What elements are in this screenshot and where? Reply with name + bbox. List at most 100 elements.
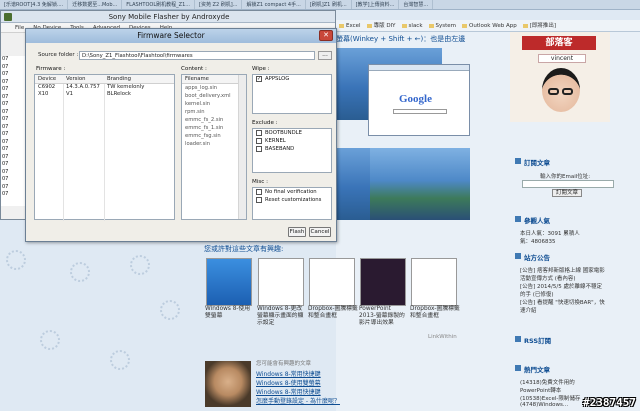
dialog-titlebar[interactable]: Firmware Selector ✕ xyxy=(26,29,336,43)
log-line: 07 xyxy=(2,101,9,107)
checkbox-box xyxy=(256,189,262,195)
list-item[interactable]: apps_log.sin xyxy=(182,84,246,92)
screenshot-landscape xyxy=(370,148,470,220)
cell-branding: BLRelock xyxy=(107,91,131,97)
rss-title[interactable]: RSS訂閱 xyxy=(524,335,551,345)
related-caption[interactable]: Windows 8-使用雙螢幕 xyxy=(205,306,255,320)
related-thumb[interactable] xyxy=(206,258,252,306)
announce-line[interactable]: [公告] 2014/5/5 處於離線不穩定 xyxy=(520,282,602,290)
bookmarks-bar: Excel 專版 DIY slack System Outlook Web App [即將… xyxy=(336,20,640,32)
bookmark-item[interactable]: 專版 DIY xyxy=(364,20,399,31)
email-field[interactable] xyxy=(522,180,614,188)
browser-tab[interactable]: 解锁Z1 compact 4手... xyxy=(242,0,306,9)
announce-line[interactable]: 活動宣傳方式 (看內容) xyxy=(520,274,576,282)
log-panel[interactable]: 07 07 07 07 07 07 07 07 07 07 07 07 07 0… xyxy=(1,56,27,206)
flash-button[interactable]: Flash xyxy=(288,227,306,237)
bookmark-item[interactable]: [即將推出] xyxy=(520,20,559,31)
related-caption[interactable]: PowerPoint 2013-螢幕錄製的影片導出效果 xyxy=(359,306,409,327)
announce-line[interactable]: 的手 (已修復) xyxy=(520,290,554,298)
also-link[interactable]: Windows 8-使用雙螢幕 xyxy=(256,378,321,387)
announce-line[interactable]: [公告] 看提醒 "快速切換BAR"，快 xyxy=(520,298,605,306)
profile-avatar[interactable] xyxy=(542,68,580,112)
bookmark-item[interactable]: Outlook Web App xyxy=(459,20,520,31)
also-link[interactable]: Windows 8-常用快捷鍵 xyxy=(256,369,321,378)
list-item[interactable]: loader.sin xyxy=(182,140,246,148)
related-caption[interactable]: Windows 8-更改螢幕顯示畫面的顯示設定 xyxy=(257,306,307,327)
hot-line[interactable]: (10538)Excel-限制儲存 xyxy=(520,394,580,402)
list-item[interactable]: kernel.sin xyxy=(182,100,246,108)
bookmark-item[interactable]: Excel xyxy=(336,20,364,31)
profile-name: vincent xyxy=(538,54,586,63)
browser-tab[interactable]: [乐谱ROOT]4.3 免解锁.... xyxy=(0,0,69,9)
list-item[interactable]: rpm.sin xyxy=(182,108,246,116)
source-folder-input[interactable]: D:\Sony_Z1_Flashtool\Flashtool\firmwares xyxy=(79,51,315,60)
related-thumb[interactable] xyxy=(309,258,355,306)
col-device[interactable]: Device xyxy=(38,75,56,84)
list-item[interactable]: boot_delivery.xml xyxy=(182,92,246,100)
browser-tab[interactable]: [刷机]Z1 刷机... xyxy=(306,0,352,9)
subscribe-button[interactable]: 訂閱文章 xyxy=(552,189,582,197)
related-thumb[interactable] xyxy=(360,258,406,306)
related-caption[interactable]: Dropbox-圖騰標籤和整合畫框 xyxy=(410,306,460,320)
wipe-appslog-checkbox[interactable]: ✓ APPSLOG xyxy=(253,75,331,83)
exclude-kernel-checkbox[interactable]: KERNEL xyxy=(253,137,331,145)
log-line: 07 xyxy=(2,93,9,100)
widget-icon xyxy=(515,253,521,259)
announce-line[interactable]: 速介紹 xyxy=(520,306,537,314)
browser-tab[interactable]: [教学]上傳資料... xyxy=(352,0,400,9)
table-row[interactable]: C6902 14.3.A.0.757 TW kemelonly xyxy=(35,84,174,91)
checkbox-label: Reset customizations xyxy=(265,197,322,203)
log-line: 07 xyxy=(2,71,9,77)
bookmark-item[interactable]: slack xyxy=(399,20,426,31)
browser-tab[interactable]: 迁移数据至...Mob... xyxy=(68,0,123,9)
cell-device: C6902 xyxy=(38,84,56,90)
col-version[interactable]: Version xyxy=(66,75,85,84)
flasher-title: Sony Mobile Flasher by Androxyde xyxy=(108,13,230,21)
exclude-baseband-checkbox[interactable]: BASEBAND xyxy=(253,145,331,153)
article-hint-text: 螢幕(Winkey + Shift + ←)：也是由左邊 xyxy=(336,35,466,43)
table-row[interactable]: X10 V1 BLRelock xyxy=(35,91,174,98)
bookmark-item[interactable]: System xyxy=(426,20,460,31)
col-branding[interactable]: Branding xyxy=(107,75,131,84)
list-item[interactable]: emmc_fsg.sin xyxy=(182,132,246,140)
log-line: 07 xyxy=(2,108,9,115)
flasher-titlebar[interactable]: Sony Mobile Flasher by Androxyde xyxy=(1,11,335,23)
related-title: 您或許對這些文章有興趣: xyxy=(204,245,284,253)
firmware-table[interactable]: Device Version Branding C6902 14.3.A.0.7… xyxy=(34,74,175,221)
related-caption[interactable]: Dropbox-圖騰標籤和整合畫框 xyxy=(308,306,358,320)
no-final-verification-checkbox[interactable]: No final verification xyxy=(253,188,331,196)
browser-tab[interactable]: 台灣智慧... xyxy=(399,0,434,9)
decor-swirl xyxy=(6,250,26,270)
also-link[interactable]: 怎麼手動登錄設定 - 為什麼呢？ xyxy=(256,396,340,405)
hot-line[interactable]: PowerPoint轉本 xyxy=(520,386,561,394)
hot-line[interactable]: (14318)免費文件用的 xyxy=(520,378,575,386)
cell-version: V1 xyxy=(66,91,73,97)
exclude-bootbundle-checkbox[interactable]: BOOTBUNDLE xyxy=(253,129,331,137)
decor-swirl xyxy=(160,300,180,320)
list-item[interactable]: emmc_fs_2.sin xyxy=(182,116,246,124)
related-thumb[interactable] xyxy=(411,258,457,306)
related-thumb[interactable] xyxy=(258,258,304,306)
window-titlebar xyxy=(369,65,469,71)
menu-file[interactable]: File xyxy=(15,25,24,31)
browser-tab[interactable]: [资苑 Z2 刷机]... xyxy=(195,0,243,9)
source-folder-label: Source folder : xyxy=(38,52,79,58)
cancel-button[interactable]: Cancel xyxy=(309,227,331,237)
dialog-title: Firmware Selector xyxy=(137,31,205,40)
log-line: 07 xyxy=(2,56,9,62)
content-header[interactable]: Filename xyxy=(182,75,246,84)
log-line: 07 xyxy=(2,191,9,197)
also-link[interactable]: Windows 8-常用快捷鍵 xyxy=(256,387,321,396)
announce-line[interactable]: [公告] 痞客邦新版格上線 國家電影 xyxy=(520,266,605,274)
close-icon[interactable]: ✕ xyxy=(319,30,333,41)
checkbox-label: BOOTBUNDLE xyxy=(265,130,302,136)
firmware-selector-dialog: Firmware Selector ✕ Source folder : D:\S… xyxy=(25,28,337,242)
linkwithin-label[interactable]: LinkWithin xyxy=(428,334,457,340)
content-scrollbar[interactable] xyxy=(238,75,246,219)
checkbox-box xyxy=(256,130,262,136)
browser-tab[interactable]: FLASHTOOL刷机教程_Z1... xyxy=(122,0,196,9)
hot-line[interactable]: (4748)Windows... xyxy=(520,402,568,408)
list-item[interactable]: emmc_fs_1.sin xyxy=(182,124,246,132)
reset-customizations-checkbox[interactable]: Reset customizations xyxy=(253,196,331,204)
browse-button[interactable]: ... xyxy=(318,51,332,60)
